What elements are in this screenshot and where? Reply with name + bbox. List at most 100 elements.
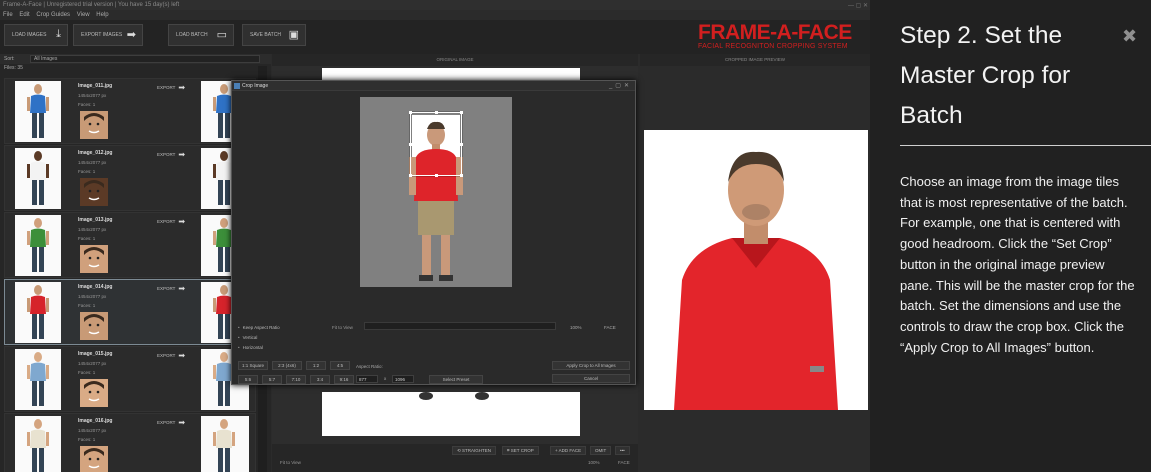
tile-face-crop[interactable] [80,446,108,472]
tile-thumbnail[interactable] [15,148,61,209]
crop-handle-top-left[interactable] [409,111,412,114]
crop-canvas[interactable] [360,97,512,287]
tutorial-step-title: Step 2. Set the Master Crop for Batch [900,22,1071,129]
menu-edit[interactable]: Edit [19,12,29,18]
image-tile[interactable]: Image_013.jpg 1454x2077 px Faces: 1 EXPORT ➡ [4,212,256,278]
menu-file[interactable]: File [3,12,13,18]
tile-export-button[interactable]: EXPORT ➡ [157,418,185,427]
original-image-header: ORIGINAL IMAGE [272,54,638,66]
aspect-height-input[interactable]: 1096 [392,375,414,383]
ratio-preset-button[interactable]: 5:7 [262,375,282,384]
tile-export-button[interactable]: EXPORT ➡ [157,217,185,226]
horizontal-radio[interactable]: Horizontal [238,343,280,353]
crop-handle-top-right[interactable] [460,111,463,114]
ratio-preset-button[interactable]: 4:5 [330,361,350,370]
more-button[interactable]: ••• [615,446,630,455]
load-images-button[interactable]: LOAD IMAGES ⤓ [4,24,68,46]
tile-thumbnail[interactable] [15,215,61,276]
tile-export-button[interactable]: EXPORT ➡ [157,284,185,293]
aspect-width-input[interactable]: 877 [356,375,378,383]
tile-filename: Image_011.jpg [78,83,113,89]
frame-a-face-logo: FRAME-A-FACE FACIAL RECOGNITON CROPPING … [698,21,852,51]
tile-face-crop[interactable] [80,178,108,206]
tile-thumbnail[interactable] [15,416,61,472]
image-tile[interactable]: Image_015.jpg 1454x2077 px Faces: 1 EXPORT ➡ [4,346,256,412]
tile-thumbnail[interactable] [15,282,61,343]
tile-thumbnail[interactable] [15,349,61,410]
tile-dimensions: 1454x2077 px [78,160,107,165]
arrow-right-icon: ➡ [178,83,186,92]
crop-dialog-header: Crop Image _▢✕ [232,81,635,91]
tile-faces-count: Faces: 1 [78,236,96,241]
ratio-preset-button[interactable]: 7:10 [286,375,306,384]
fit-to-view-bar: Fit to View 100% FACE [280,460,630,465]
crop-handle-bottom-left[interactable] [409,174,412,177]
tile-export-button[interactable]: EXPORT ➡ [157,83,185,92]
dialog-fit-to-view[interactable]: Fit to View [332,325,353,330]
ratio-preset-button[interactable]: 9:16 [334,375,354,384]
tile-dimensions: 1454x2077 px [78,227,107,232]
tile-face-crop[interactable] [80,312,108,340]
ratio-preset-button[interactable]: 1:1 Square [238,361,268,370]
aspect-x-separator: x [384,376,387,381]
crop-handle-left[interactable] [409,143,412,146]
image-tile[interactable]: Image_012.jpg 1454x2077 px Faces: 1 EXPORT ➡ [4,145,256,211]
tile-filename: Image_016.jpg [78,418,113,424]
dialog-window-controls[interactable]: _▢✕ [609,81,632,91]
feet-graphic [419,392,489,400]
tile-dimensions: 1454x2077 px [78,361,107,366]
menu-crop-guides[interactable]: Crop Guides [36,12,70,18]
set-crop-button[interactable]: ⌗ SET CROP [502,446,539,455]
tile-dimensions: 1454x2077 px [78,294,107,299]
export-images-button[interactable]: EXPORT IMAGES ➡ [73,24,143,46]
sort-dropdown[interactable]: All Images [30,55,260,63]
keep-aspect-ratio-checkbox[interactable]: Keep Aspect Ratio [238,323,280,333]
arrow-right-icon: ➡ [178,217,186,226]
original-pane-controls: ⟲ STRAIGHTEN ⌗ SET CROP + ADD FACE OMIT … [272,444,638,472]
vertical-radio[interactable]: Vertical [238,333,280,343]
select-preset-button[interactable]: Select Preset [429,375,483,384]
tile-face-crop[interactable] [80,111,108,139]
original-image-bottom [322,392,580,436]
ratio-preset-button[interactable]: 1:2 [306,361,326,370]
cropped-preview-pane: CROPPED IMAGE PREVIEW [640,54,870,472]
menu-help[interactable]: Help [96,12,108,18]
menu-view[interactable]: View [77,12,90,18]
tile-crop-preview[interactable] [201,416,249,472]
ratio-preset-button[interactable]: 2:3 (4x6) [272,361,302,370]
ratio-preset-button[interactable]: 5:6 [238,375,258,384]
dialog-face-button[interactable]: FACE [604,325,616,330]
cancel-button[interactable]: Cancel [552,374,630,383]
tile-export-button[interactable]: EXPORT ➡ [157,351,185,360]
load-batch-button[interactable]: LOAD BATCH ▭ [168,24,234,46]
arrow-right-icon: ➡ [178,351,186,360]
crop-handle-bottom-right[interactable] [460,174,463,177]
crop-handle-bottom[interactable] [435,174,438,177]
tile-dimensions: 1454x2077 px [78,93,107,98]
tile-face-crop[interactable] [80,379,108,407]
tile-face-crop[interactable] [80,245,108,273]
crop-box[interactable] [409,111,463,177]
tile-filename: Image_015.jpg [78,351,113,357]
tile-export-button[interactable]: EXPORT ➡ [157,150,185,159]
image-tile[interactable]: Image_016.jpg 1454x2077 px Faces: 1 EXPORT ➡ [4,413,256,472]
ratio-preset-button[interactable]: 3:4 [310,375,330,384]
crop-handle-top[interactable] [435,111,438,114]
menu-bar: File Edit Crop Guides View Help [0,10,870,20]
straighten-button[interactable]: ⟲ STRAIGHTEN [452,446,497,455]
crop-image-dialog: Crop Image _▢✕ • Keep Aspect Ratio • Ver… [231,80,636,385]
omit-button[interactable]: OMIT [590,446,612,455]
image-tile[interactable]: Image_014.jpg 1454x2077 px Faces: 1 EXPORT ➡ [4,279,256,345]
apply-crop-all-button[interactable]: Apply Crop to All Images [552,361,630,370]
arrow-right-icon: ➡ [126,29,136,41]
dialog-zoom-slider[interactable] [364,322,556,330]
tutorial-divider [900,145,1151,146]
save-batch-button[interactable]: SAVE BATCH ▣ [242,24,306,46]
image-tile[interactable]: Image_011.jpg 1454x2077 px Faces: 1 EXPORT ➡ [4,78,256,144]
original-image-top [322,68,580,80]
close-icon[interactable]: ✖ [1122,26,1137,47]
add-face-button[interactable]: + ADD FACE [550,446,587,455]
crop-handle-right[interactable] [460,143,463,146]
arrow-right-icon: ➡ [178,150,186,159]
tile-thumbnail[interactable] [15,81,61,142]
